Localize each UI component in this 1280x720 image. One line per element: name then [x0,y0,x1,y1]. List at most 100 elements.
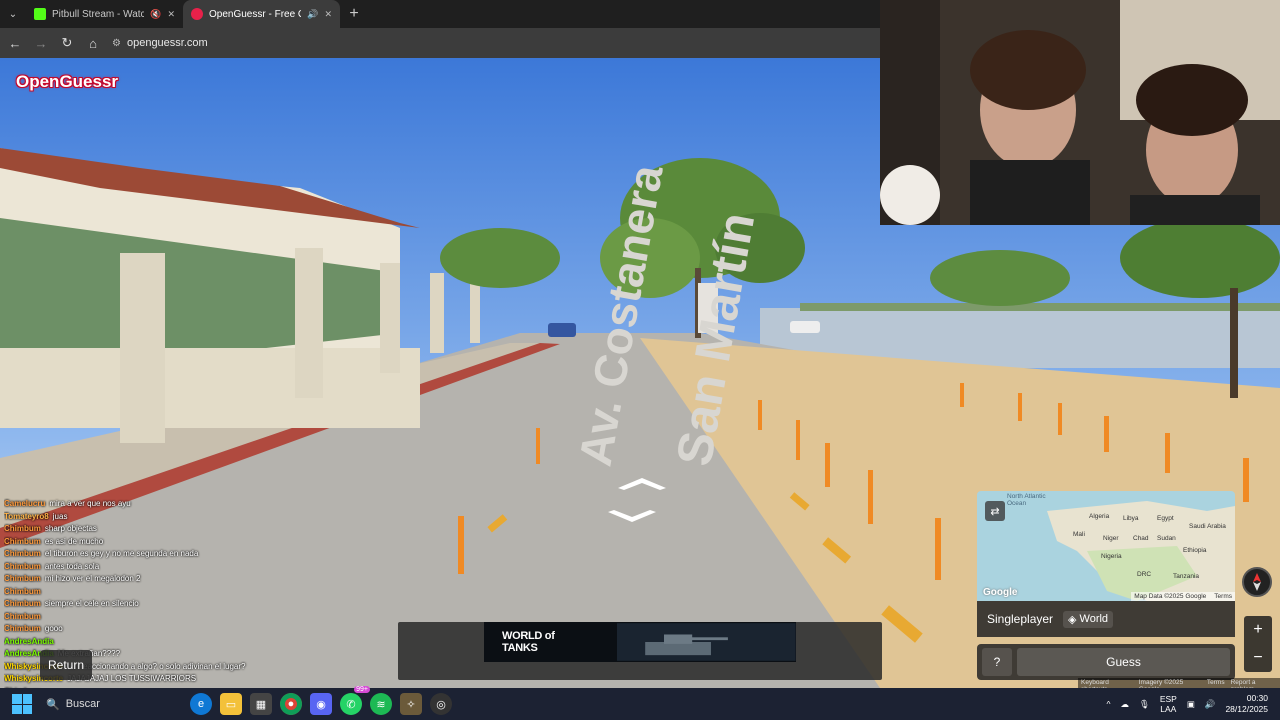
map-label: Tanzania [1173,573,1200,580]
footer-link[interactable]: Keyboard shortcuts [1081,679,1133,688]
map-terms-link[interactable]: Terms [1214,593,1232,600]
guess-map[interactable]: ⇄ North Atlantic Ocean Algeria Libya Egy… [977,491,1235,601]
network-icon[interactable]: ▣ [1187,699,1195,710]
zoom-control: + − [1244,616,1272,672]
chat-message: Camelucru mira a ver que nos ayu [4,498,304,511]
region-selector[interactable]: ◈ World [1063,610,1114,628]
date-text: 28/12/2025 [1225,704,1268,714]
game-app-icon[interactable]: ✧ [400,693,422,715]
world-of-tanks-ad[interactable]: WORLD of TANKS [484,622,796,662]
tank-image [617,623,796,661]
whatsapp-icon[interactable]: ✆ 99+ [340,686,370,715]
map-label: Egypt [1157,515,1174,522]
chat-username[interactable]: Chimbum [4,524,41,533]
webcam-overlay [880,0,1280,225]
chat-text: mi hizo ver el megalodon 2 [44,574,141,583]
chat-message: Chimbum [4,586,304,599]
chat-text: siempre el cele en silencio [44,599,139,608]
guess-bar: ? Guess [977,644,1235,680]
help-button[interactable]: ? [982,648,1012,676]
chat-username[interactable]: Chimbum [4,537,41,546]
map-label: Sudan [1157,535,1176,542]
close-tab-icon[interactable]: ✕ [167,9,175,20]
chat-message: Chimbum gooo [4,623,304,636]
map-label: Algeria [1089,513,1110,520]
chat-username[interactable]: Chimbum [4,574,41,583]
guess-button[interactable]: Guess [1017,648,1230,676]
openguessr-logo[interactable]: OpenGuessr [16,72,118,92]
chat-username[interactable]: Chimbum [4,624,41,633]
chat-message: Chimbum es asi de mucho [4,536,304,549]
cloud-icon[interactable]: ☁ [1121,699,1130,710]
map-label: Nigeria [1101,553,1122,560]
compass-icon[interactable] [1242,567,1272,597]
return-button[interactable]: Return [40,650,92,680]
map-expand-icon[interactable]: ⇄ [985,501,1005,521]
chat-text: juas [52,511,68,521]
new-tab-button[interactable]: + [340,0,368,28]
edge-icon[interactable]: e [190,693,212,715]
microphone-icon[interactable]: 🎙 [1139,699,1150,710]
notification-badge: 99+ [354,686,370,693]
chat-username[interactable]: AndresAndia [4,637,54,646]
language-indicator[interactable]: ESP LAA [1160,694,1177,714]
map-data-text: Map Data ©2025 Google [1134,593,1207,600]
chat-text: el tiburon es gey y no me segunda en nad… [44,549,199,558]
advertisement-bar: WORLD of TANKS [398,622,882,680]
openguessr-favicon-icon [191,8,203,20]
region-label: World [1079,613,1109,625]
footer-link: Imagery ©2025 Google [1138,679,1184,688]
chat-message: AndresAndia [4,636,304,649]
map-label: Ethiopia [1183,547,1207,554]
forward-icon[interactable]: → [30,32,52,54]
chat-text: es asi de mucho [44,536,104,546]
tab-pitbull-stream[interactable]: Pitbull Stream - Watch Live 🔇 ✕ [26,0,183,28]
chat-message: Chimbum el tiburon es gey y no me segunda… [4,548,304,561]
chat-message: Chimbum [4,611,304,624]
windows-taskbar: 🔍 Buscar e ▭ ▦ ● ◉ ✆ 99+ ≋ ✧ ◎ ^ ☁ 🎙 ESP… [0,686,1280,720]
volume-icon[interactable]: 🔊 [1205,699,1216,710]
chrome-icon[interactable]: ● [280,693,302,715]
taskbar-search[interactable]: 🔍 Buscar [46,698,186,711]
map-label: DRC [1137,571,1152,578]
chat-message: Chimbum siempre el cele en silencio [4,598,304,611]
mode-bar: Singleplayer ◈ World [977,601,1235,637]
back-icon[interactable]: ← [4,32,26,54]
file-explorer-icon[interactable]: ▭ [220,693,242,715]
chat-username[interactable]: Chimbum [4,599,41,608]
chevron-up-icon[interactable]: ^ [1107,699,1111,709]
close-tab-icon[interactable]: ✕ [324,9,332,20]
google-logo: Google [983,587,1018,598]
mute-icon[interactable]: 🔇 [150,9,161,20]
chat-text: sharp objectas [44,524,97,533]
app-icon[interactable]: ◎ [430,693,452,715]
chat-username[interactable]: Chimbum [4,587,41,596]
windows-start-icon[interactable] [12,694,32,714]
map-label: Chad [1133,535,1149,542]
map-land [1047,501,1235,601]
discord-icon[interactable]: ◉ [310,693,332,715]
zoom-out-button[interactable]: − [1244,644,1272,672]
chat-username[interactable]: Chimbum [4,562,41,571]
audio-icon[interactable]: 🔊 [307,9,318,20]
chat-username[interactable]: Camelucru [4,499,45,508]
address-bar[interactable]: ⚙ openguessr.com [112,37,208,49]
zoom-in-button[interactable]: + [1244,616,1272,644]
tab-search-icon[interactable]: ⌄ [0,0,26,28]
footer-link[interactable]: Report a problem [1231,679,1277,688]
map-label: North Atlantic Ocean [1007,493,1046,507]
spotify-icon[interactable]: ≋ [370,693,392,715]
chat-username[interactable]: Chimbum [4,549,41,558]
reload-icon[interactable]: ↻ [56,32,78,54]
webcam-feed [880,0,1280,225]
footer-link[interactable]: Terms [1207,679,1225,688]
home-icon[interactable]: ⌂ [82,32,104,54]
store-icon[interactable]: ▦ [250,693,272,715]
site-info-icon[interactable]: ⚙ [112,38,121,49]
clock[interactable]: 00:30 28/12/2025 [1225,693,1268,715]
tab-strip: ⌄ Pitbull Stream - Watch Live 🔇 ✕ OpenGu… [0,0,880,28]
chat-username[interactable]: Chimbum [4,612,41,621]
tab-openguessr[interactable]: OpenGuessr - Free GeoGue 🔊 ✕ [183,0,340,28]
chat-username[interactable]: Tomateyro8 [4,512,49,521]
chat-text: antes toda sola [44,561,100,571]
